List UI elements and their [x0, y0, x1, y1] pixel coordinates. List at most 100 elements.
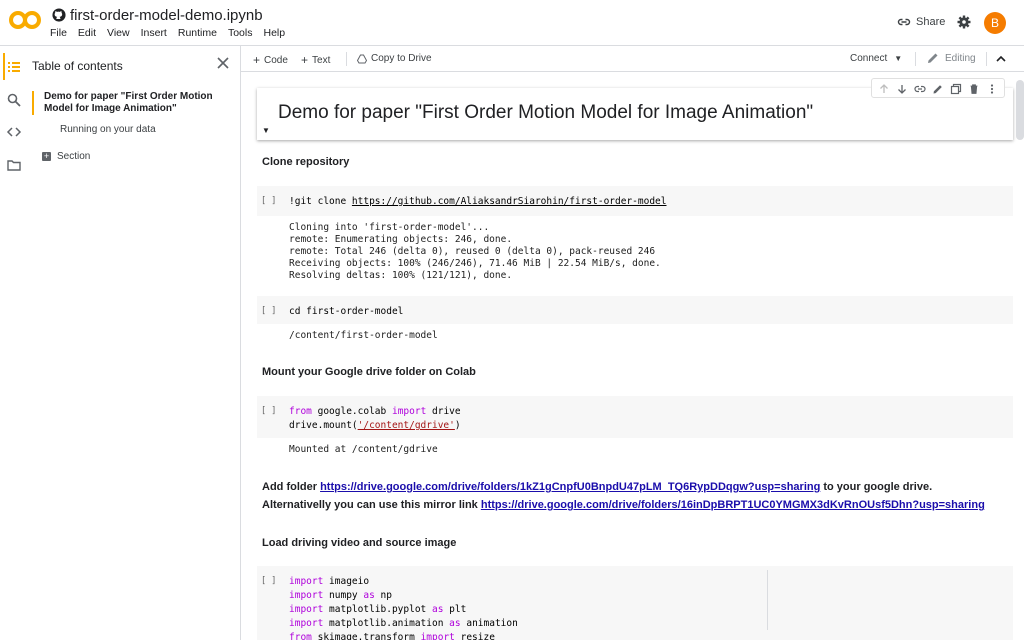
left-rail — [0, 46, 28, 640]
connect-button[interactable]: Connect ▼ — [850, 53, 902, 64]
repo-link[interactable]: https://github.com/AliaksandrSiarohin/fi… — [352, 196, 667, 207]
code-token: matplotlib.animation — [323, 618, 450, 629]
toc-panel: Table of contents Demo for paper "First … — [28, 46, 241, 640]
avatar[interactable]: B — [984, 12, 1006, 34]
share-label: Share — [916, 16, 946, 28]
code-snippets-icon[interactable] — [6, 124, 22, 140]
code-keyword: import — [289, 590, 324, 601]
link-icon[interactable] — [914, 82, 926, 94]
code-text[interactable]: import imageio import numpy as np import… — [289, 575, 518, 640]
collapse-section-icon[interactable]: ▼ — [262, 126, 270, 135]
code-keyword: from — [289, 632, 312, 640]
code-token: drive — [426, 406, 461, 417]
run-cell-button[interactable]: [ ] — [261, 576, 276, 586]
toc-item-running[interactable]: Running on your data — [60, 124, 156, 135]
editing-label: Editing — [945, 52, 976, 64]
edit-icon[interactable] — [932, 82, 944, 94]
rail-active-indicator — [3, 53, 5, 80]
move-down-icon[interactable] — [896, 82, 908, 94]
code-keyword: as — [363, 590, 375, 601]
scrollbar[interactable] — [1016, 80, 1024, 140]
header: first-order-model-demo.ipynb File Edit V… — [0, 0, 1024, 46]
code-keyword: as — [432, 604, 444, 615]
cell-output: Mounted at /content/gdrive — [289, 444, 438, 455]
code-keyword: as — [449, 618, 461, 629]
code-token: imageio — [323, 576, 370, 587]
cell-output: Cloning into 'first-order-model'... remo… — [289, 222, 661, 281]
code-text[interactable]: from google.colab import drive drive.mou… — [289, 405, 461, 433]
doc-title[interactable]: first-order-model-demo.ipynb — [70, 7, 263, 24]
code-keyword: import — [289, 604, 324, 615]
code-keyword: import — [289, 618, 324, 629]
text-span: Alternativelly you can use this mirror l… — [262, 499, 481, 511]
code-keyword: import — [289, 576, 324, 587]
menu-insert[interactable]: Insert — [141, 27, 167, 39]
code-cell-git-clone[interactable]: [ ] !git clone https://github.com/Aliaks… — [257, 186, 1013, 216]
copy-to-drive-label: Copy to Drive — [371, 53, 432, 64]
colab-logo[interactable] — [8, 8, 42, 32]
add-text-label: Text — [312, 54, 331, 66]
run-cell-button[interactable]: [ ] — [261, 196, 276, 206]
chevron-up-icon[interactable] — [995, 53, 1007, 65]
code-keyword: import — [420, 632, 455, 640]
close-icon[interactable] — [216, 56, 230, 70]
add-code-label: Code — [264, 54, 288, 66]
toc-icon[interactable] — [6, 59, 22, 75]
menu-tools[interactable]: Tools — [228, 27, 253, 39]
code-cell-mount[interactable]: [ ] from google.colab import drive drive… — [257, 396, 1013, 438]
mirror-cell-icon[interactable] — [950, 82, 962, 95]
code-token: google.colab — [311, 406, 392, 417]
toolbar-divider — [986, 52, 987, 66]
menu-help[interactable]: Help — [263, 27, 285, 39]
drive-folder-link[interactable]: https://drive.google.com/drive/folders/1… — [320, 481, 820, 493]
toc-item-demo[interactable]: Demo for paper "First Order Motion Model… — [32, 91, 237, 115]
code-token: matplotlib.pyplot — [323, 604, 432, 615]
text-span: Add folder — [262, 481, 321, 493]
colab-window: first-order-model-demo.ipynb File Edit V… — [0, 0, 1024, 640]
folder-icon[interactable] — [6, 157, 22, 173]
code-token: resize — [454, 632, 495, 640]
code-token: skimage.transform — [311, 632, 421, 640]
run-cell-button[interactable]: [ ] — [261, 406, 276, 416]
notebook-area: ▼ Demo for paper "First Order Motion Mod… — [241, 72, 1024, 640]
code-token: ) — [454, 420, 461, 431]
code-token: numpy — [323, 590, 364, 601]
more-vert-icon[interactable] — [986, 82, 998, 94]
code-string: '/content/gdrive' — [357, 420, 455, 431]
toc-item-section[interactable]: + Section — [42, 151, 90, 162]
mirror-drive-link[interactable]: https://drive.google.com/drive/folders/1… — [481, 499, 985, 511]
menu-view[interactable]: View — [107, 27, 130, 39]
search-icon[interactable] — [6, 92, 22, 108]
move-up-icon[interactable] — [878, 82, 890, 94]
delete-icon[interactable] — [968, 82, 980, 94]
menu-bar: File Edit View Insert Runtime Tools Help — [50, 27, 296, 39]
menu-file[interactable]: File — [50, 27, 67, 39]
copy-to-drive-button[interactable]: Copy to Drive — [357, 53, 432, 64]
menu-runtime[interactable]: Runtime — [178, 27, 217, 39]
share-button[interactable]: Share — [896, 14, 945, 30]
link-icon — [897, 18, 911, 26]
add-folder-text: Add folder https://drive.google.com/driv… — [262, 478, 932, 496]
code-text[interactable]: cd first-order-model — [289, 305, 403, 319]
notebook-heading: Demo for paper "First Order Motion Model… — [278, 102, 814, 123]
editing-mode-button[interactable]: Editing — [927, 52, 976, 64]
doc-title-area[interactable]: first-order-model-demo.ipynb — [52, 5, 263, 25]
github-icon — [52, 8, 66, 22]
add-text-button[interactable]: + Text — [301, 53, 330, 67]
run-cell-button[interactable]: [ ] — [261, 306, 276, 316]
code-text[interactable]: !git clone https://github.com/Aliaksandr… — [289, 195, 667, 209]
expand-icon[interactable]: + — [42, 152, 51, 161]
code-token: np — [374, 590, 392, 601]
code-cell-imports[interactable]: [ ] import imageio import numpy as np im… — [257, 566, 1013, 640]
add-code-button[interactable]: + Code — [253, 53, 288, 67]
code-token: plt — [443, 604, 467, 615]
code-command: !git clone — [289, 196, 352, 207]
toolbar-divider — [915, 52, 916, 66]
code-cell-cd[interactable]: [ ] cd first-order-model — [257, 296, 1013, 324]
drive-icon — [357, 54, 367, 63]
menu-edit[interactable]: Edit — [78, 27, 96, 39]
pencil-icon — [928, 53, 938, 63]
section-heading-load: Load driving video and source image — [262, 537, 457, 549]
gear-icon[interactable] — [956, 14, 972, 30]
code-token: drive.mount( — [289, 420, 358, 431]
